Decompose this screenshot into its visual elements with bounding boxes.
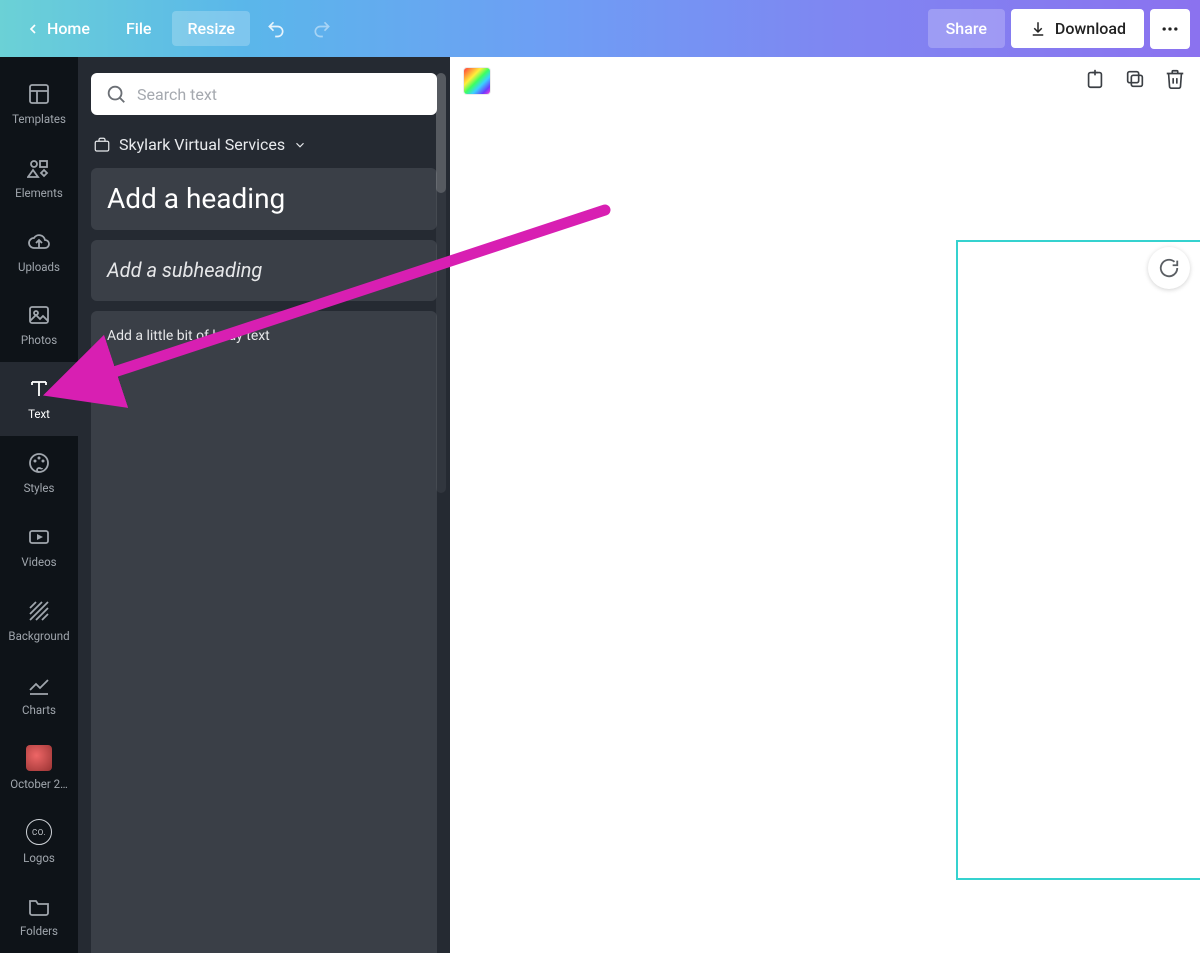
delete-page-button[interactable] <box>1164 68 1186 94</box>
rail-uploads-label: Uploads <box>18 260 60 274</box>
search-icon <box>105 83 127 105</box>
search-box[interactable] <box>91 73 437 115</box>
canvas-toolbar-right <box>1084 68 1186 94</box>
duplicate-page-button[interactable] <box>1124 68 1146 94</box>
rail-uploads[interactable]: Uploads <box>0 215 78 289</box>
canvas-toolbar <box>450 57 1200 105</box>
more-button[interactable] <box>1150 9 1190 49</box>
uploads-icon <box>27 230 51 254</box>
left-rail: Templates Elements Uploads Photos Text S… <box>0 57 78 953</box>
rail-templates[interactable]: Templates <box>0 67 78 141</box>
text-panel: Skylark Virtual Services Add a heading A… <box>78 57 450 953</box>
rail-charts[interactable]: Charts <box>0 658 78 732</box>
text-icon <box>27 377 51 401</box>
rail-folders-label: Folders <box>20 924 58 938</box>
app-body: Templates Elements Uploads Photos Text S… <box>0 57 1200 953</box>
logos-icon: CO. <box>26 819 52 845</box>
rail-styles[interactable]: Styles <box>0 436 78 510</box>
rail-logos[interactable]: CO. Logos <box>0 805 78 879</box>
topbar-right: Share Download <box>928 9 1190 49</box>
home-button[interactable]: Home <box>10 11 105 46</box>
rail-elements[interactable]: Elements <box>0 141 78 215</box>
panel-scrollbar[interactable] <box>436 73 446 493</box>
rail-background-label: Background <box>8 629 69 643</box>
chevron-left-icon <box>25 21 41 37</box>
rail-videos[interactable]: Videos <box>0 510 78 584</box>
brand-label: Skylark Virtual Services <box>119 135 285 154</box>
canvas-area <box>450 57 1200 953</box>
duplicate-icon <box>1124 68 1146 90</box>
elements-icon <box>27 156 51 180</box>
share-label: Share <box>946 19 987 38</box>
rail-october[interactable]: October 2… <box>0 731 78 805</box>
download-icon <box>1029 20 1047 38</box>
refresh-fab[interactable] <box>1148 247 1190 289</box>
rail-photos[interactable]: Photos <box>0 288 78 362</box>
share-button[interactable]: Share <box>928 9 1005 48</box>
templates-icon <box>27 82 51 106</box>
refresh-icon <box>1158 257 1180 279</box>
rail-photos-label: Photos <box>21 333 57 347</box>
redo-icon <box>312 19 332 39</box>
rail-october-label: October 2… <box>10 777 68 791</box>
chevron-down-icon <box>293 138 307 152</box>
rail-text-label: Text <box>28 407 50 421</box>
folder-thumb-icon <box>26 745 52 771</box>
rail-videos-label: Videos <box>21 555 56 569</box>
add-subheading-label: Add a subheading <box>107 258 262 282</box>
top-bar: Home File Resize Share Download <box>0 0 1200 57</box>
folders-icon <box>27 894 51 918</box>
file-button[interactable]: File <box>111 11 167 46</box>
file-label: File <box>126 19 152 38</box>
undo-icon <box>266 19 286 39</box>
download-button[interactable]: Download <box>1011 9 1144 48</box>
rail-styles-label: Styles <box>24 481 55 495</box>
add-body-text-button[interactable]: Add a little bit of body text <box>91 311 437 953</box>
rail-folders[interactable]: Folders <box>0 879 78 953</box>
rail-logos-label: Logos <box>23 851 55 865</box>
add-subheading-button[interactable]: Add a subheading <box>91 240 437 301</box>
add-page-button[interactable] <box>1084 68 1106 94</box>
ellipsis-icon <box>1160 19 1180 39</box>
add-page-icon <box>1084 68 1106 90</box>
resize-button[interactable]: Resize <box>172 11 249 46</box>
background-color-swatch[interactable] <box>464 68 490 94</box>
download-label: Download <box>1055 19 1126 38</box>
trash-icon <box>1164 68 1186 90</box>
videos-icon <box>27 525 51 549</box>
brand-selector[interactable]: Skylark Virtual Services <box>93 135 437 154</box>
search-input[interactable] <box>137 85 423 104</box>
background-icon <box>27 599 51 623</box>
photos-icon <box>27 303 51 327</box>
styles-icon <box>27 451 51 475</box>
add-heading-button[interactable]: Add a heading <box>91 168 437 230</box>
redo-button[interactable] <box>302 11 342 47</box>
add-heading-label: Add a heading <box>107 182 285 215</box>
rail-elements-label: Elements <box>15 186 63 200</box>
canvas-page[interactable] <box>956 240 1200 880</box>
topbar-left: Home File Resize <box>10 11 342 47</box>
add-body-label: Add a little bit of body text <box>107 328 270 953</box>
home-label: Home <box>47 19 90 38</box>
charts-icon <box>27 673 51 697</box>
undo-button[interactable] <box>256 11 296 47</box>
rail-templates-label: Templates <box>12 112 66 126</box>
resize-label: Resize <box>187 19 234 38</box>
panel-scroll-thumb[interactable] <box>436 73 446 193</box>
rail-background[interactable]: Background <box>0 584 78 658</box>
rail-charts-label: Charts <box>22 703 56 717</box>
rail-text[interactable]: Text <box>0 362 78 436</box>
brand-icon <box>93 136 111 154</box>
